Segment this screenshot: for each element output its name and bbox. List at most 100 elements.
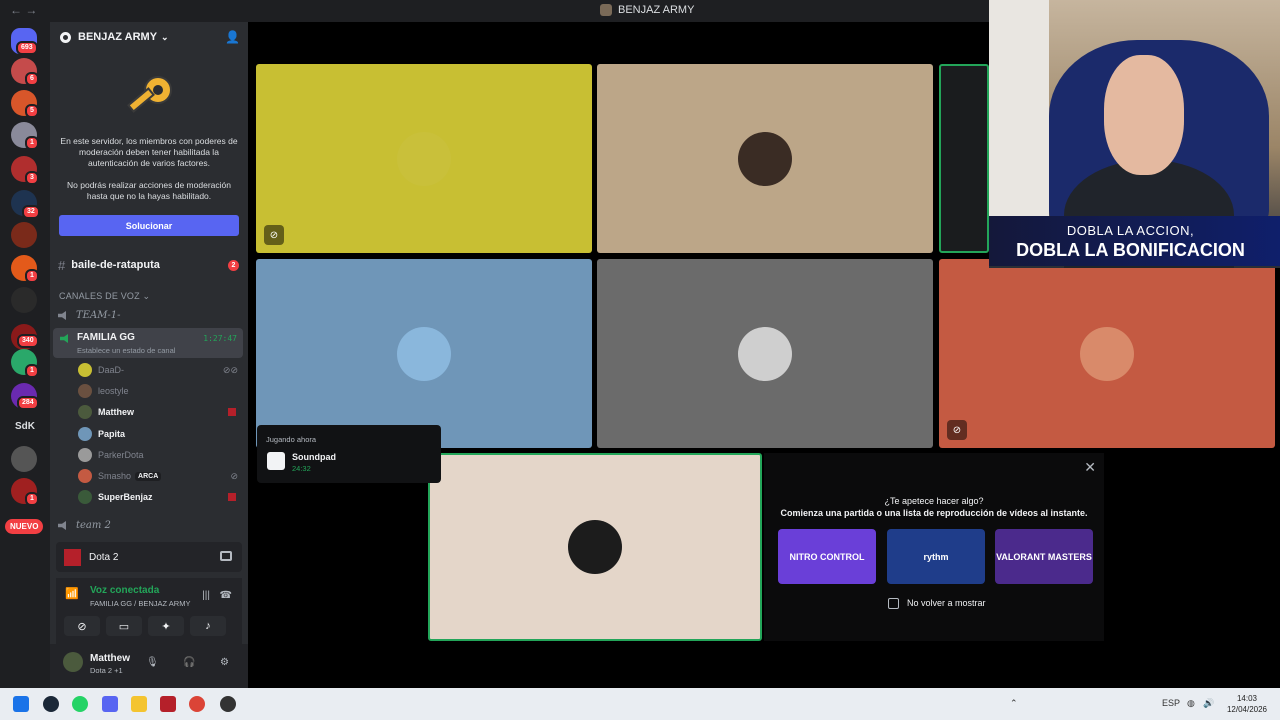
speaker-icon — [60, 334, 68, 343]
avatar — [78, 363, 92, 377]
dota-icon — [64, 548, 81, 566]
voice-member[interactable]: Matthew — [78, 404, 238, 420]
participant-tile-partial[interactable] — [939, 64, 989, 253]
avatar — [1080, 326, 1134, 381]
avatar[interactable] — [63, 652, 83, 672]
voice-member[interactable]: DaaD- ⊘⊘ — [78, 362, 238, 378]
unread-badge: 284 — [17, 396, 39, 410]
gear-icon[interactable]: ⚙ — [220, 657, 229, 668]
participant-tile[interactable] — [256, 259, 592, 448]
speaker-icon — [58, 311, 66, 320]
activity-suggestion: ✕ ¿Te apetece hacer algo? Comienza una p… — [764, 453, 1104, 641]
voice-channel[interactable]: 𝑇𝐸𝐴𝑀-1- — [58, 310, 121, 321]
volume-icon[interactable]: 🔊 — [1203, 698, 1214, 709]
chrome-icon[interactable] — [189, 696, 205, 712]
server-icon[interactable] — [11, 222, 37, 248]
voice-channel-active[interactable]: FAMILIA GG Establece un estado de canal … — [53, 328, 243, 358]
discord-icon[interactable] — [102, 696, 118, 712]
chevron-down-icon: ⌄ — [142, 291, 151, 301]
invite-icon[interactable]: 👤 — [225, 30, 240, 44]
voice-member[interactable]: SuperBenjaz — [78, 489, 238, 505]
file-explorer-icon[interactable] — [131, 696, 147, 712]
unread-badge: 1 — [25, 136, 39, 150]
system-clock[interactable]: 14:03 12/04/2026 — [1222, 693, 1272, 715]
chevron-down-icon: ⌄ — [161, 31, 169, 42]
noise-suppression-icon[interactable]: ||| — [202, 590, 210, 601]
voice-member[interactable]: Smasho ARCA ⊘ — [78, 468, 238, 484]
language-indicator[interactable]: ESP — [1162, 698, 1180, 708]
activity-card[interactable]: VALORANT MASTERS — [995, 529, 1093, 584]
muted-icon: ⊘ — [230, 470, 238, 481]
voice-member[interactable]: leostyle — [78, 383, 238, 399]
participant-tile[interactable] — [597, 259, 933, 448]
dota-icon — [228, 408, 236, 416]
key-icon — [127, 76, 172, 113]
mfa-message: En este servidor, los miembros con poder… — [60, 136, 238, 168]
chevron-up-icon[interactable]: ⌃ — [1010, 698, 1018, 709]
activity-card[interactable]: NITRO CONTROL — [778, 529, 876, 584]
muted-icon: ⊘ — [947, 420, 967, 440]
participant-tile-speaking[interactable] — [428, 453, 762, 641]
server-header[interactable]: BENJAZ ARMY ⌄ 👤 — [50, 22, 248, 52]
soundpad-icon — [267, 452, 285, 470]
avatar — [78, 427, 92, 441]
hash-icon: # — [58, 257, 66, 273]
headset-icon[interactable]: 🎧 — [183, 657, 195, 668]
avatar — [738, 131, 792, 186]
activity-panel[interactable]: Dota 2 — [56, 542, 242, 572]
unread-badge: 340 — [17, 334, 39, 348]
unread-badge: 6 — [25, 72, 39, 86]
new-badge[interactable]: NUEVO — [5, 519, 44, 534]
microphone-icon[interactable]: 🎙 — [146, 657, 159, 668]
participant-tile[interactable]: ⊘ — [256, 64, 592, 253]
text-channel[interactable]: # baile-de-rataputa 2 — [58, 256, 242, 274]
unread-badge: 1 — [25, 492, 39, 506]
server-icon[interactable] — [11, 446, 37, 472]
unread-badge: 1 — [25, 364, 39, 378]
share-screen-icon[interactable] — [220, 551, 232, 561]
close-icon[interactable]: ✕ — [1084, 459, 1096, 476]
signal-icon[interactable]: 📶 — [65, 587, 79, 600]
channel-status-placeholder[interactable]: Establece un estado de canal — [77, 346, 175, 355]
voice-channel[interactable]: team 2 — [58, 520, 111, 531]
steam-icon[interactable] — [43, 696, 59, 712]
server-sdk[interactable]: SdK — [11, 421, 39, 432]
activity-card[interactable]: rythm — [887, 529, 985, 584]
dont-show-checkbox[interactable] — [888, 598, 899, 609]
avatar — [78, 405, 92, 419]
unread-badge: 32 — [22, 205, 40, 219]
voice-category[interactable]: CANALES DE VOZ ⌄ — [59, 291, 150, 302]
disconnect-icon[interactable]: ☎ — [220, 590, 232, 601]
avatar — [568, 520, 622, 574]
windows-start-icon[interactable] — [13, 696, 29, 712]
muted-icon: ⊘⊘ — [222, 364, 238, 375]
avatar — [738, 326, 792, 381]
screen-share-icon[interactable]: ▭ — [106, 616, 142, 636]
dota-icon[interactable] — [160, 696, 176, 712]
soundboard-icon[interactable]: ♪ — [190, 616, 226, 636]
clan-tag: ARCA — [135, 471, 162, 481]
window-title: BENJAZ ARMY — [600, 4, 694, 16]
activities-icon[interactable]: ✦ — [148, 616, 184, 636]
avatar — [397, 326, 451, 381]
mfa-warning: No podrás realizar acciones de moderació… — [67, 180, 231, 201]
voice-member[interactable]: ParkerDota — [78, 447, 238, 463]
unread-badge: 2 — [228, 259, 239, 271]
participant-tile[interactable]: ⊘ — [939, 259, 1275, 448]
app-icon[interactable] — [220, 696, 236, 712]
participant-tile[interactable] — [597, 64, 933, 253]
fix-button[interactable]: Solucionar — [59, 215, 239, 236]
wifi-icon[interactable]: ◍ — [1187, 698, 1195, 709]
speaker-icon — [58, 521, 66, 530]
nav-arrows[interactable]: ← → — [10, 3, 37, 17]
unread-badge: 1 — [25, 269, 39, 283]
channel-sidebar: BENJAZ ARMY ⌄ 👤 En este servidor, los mi… — [50, 22, 248, 688]
server-icon — [600, 4, 612, 16]
server-icon[interactable] — [11, 287, 37, 313]
user-panel: Matthew Dota 2 +1 🎙 🎧 ⚙ — [50, 644, 248, 688]
voice-member[interactable]: Papita — [78, 426, 238, 442]
avatar — [78, 469, 92, 483]
camera-off-icon[interactable]: ⊘ — [64, 616, 100, 636]
whatsapp-icon[interactable] — [72, 696, 88, 712]
unread-badge: 693 — [16, 41, 38, 55]
